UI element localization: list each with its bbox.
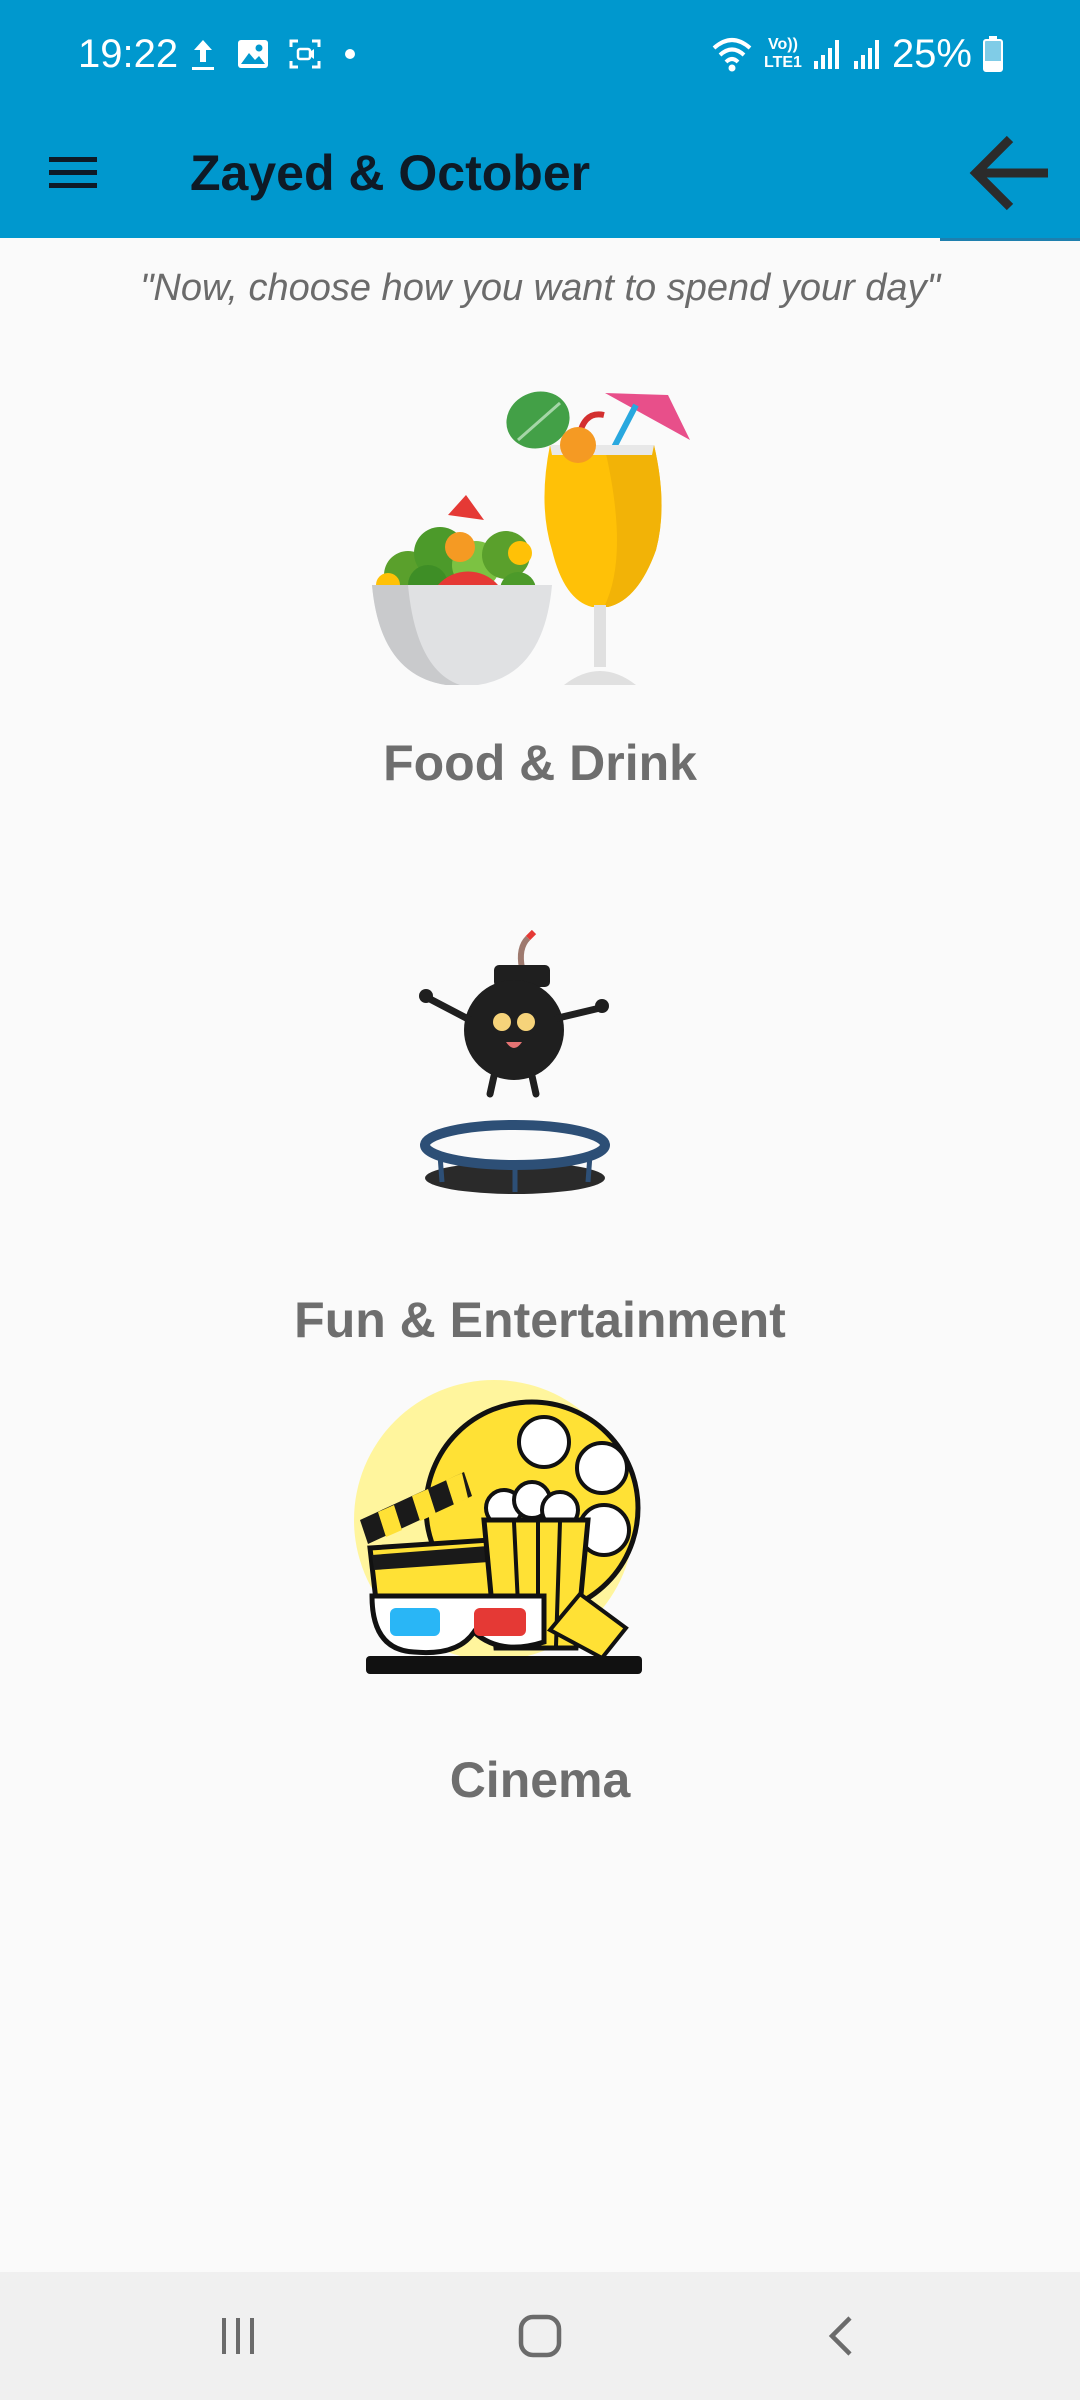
lte-label: LTE1 (764, 54, 802, 71)
volte-icon: Vo)) LTE1 (764, 36, 802, 72)
upload-icon (192, 40, 214, 70)
fun-entertainment-icon (419, 930, 610, 1194)
status-icons-left (188, 34, 360, 74)
signal-icon (853, 40, 879, 69)
back-button[interactable] (940, 108, 1080, 241)
screen: 19:22 Vo)) LTE1 25% Zayed & October "Now… (0, 0, 1080, 2400)
back-icon (828, 2316, 852, 2356)
navigation-bar (0, 2272, 1080, 2400)
home-button[interactable] (460, 2272, 620, 2400)
option-fun-entertainment[interactable]: Fun & Entertainment (0, 930, 1080, 1360)
dot-icon (345, 49, 355, 59)
option-food-drink[interactable]: Food & Drink (0, 370, 1080, 810)
status-bar: 19:22 Vo)) LTE1 25% (0, 0, 1080, 108)
status-icons-right: Vo)) LTE1 25% (710, 28, 1004, 80)
screenshot-icon (289, 39, 321, 69)
app-bar: Zayed & October (0, 108, 1080, 241)
option-cinema[interactable]: Cinema (0, 1375, 1080, 1815)
food-drink-icon (372, 391, 690, 685)
signal-icon (813, 40, 839, 69)
recent-apps-icon (222, 2318, 254, 2354)
battery-percent: 25% (891, 32, 972, 76)
prompt-text: "Now, choose how you want to spend your … (139, 267, 941, 309)
hamburger-menu-icon (49, 157, 97, 188)
arrow-back-icon (969, 135, 1048, 211)
option-label-cinema: Cinema (449, 1752, 631, 1808)
volte-label: Vo)) (768, 36, 798, 53)
home-icon (518, 2314, 562, 2358)
wifi-icon (712, 38, 752, 72)
status-time: 19:22 (78, 32, 179, 76)
menu-button[interactable] (30, 133, 116, 213)
battery-icon (983, 36, 1003, 72)
option-label-fun-entertainment: Fun & Entertainment (294, 1292, 786, 1348)
option-label-food-drink: Food & Drink (383, 735, 697, 791)
recent-apps-button[interactable] (158, 2272, 318, 2400)
cinema-icon (354, 1380, 642, 1674)
gallery-icon (238, 40, 268, 68)
nav-back-button[interactable] (762, 2272, 922, 2400)
app-title: Zayed & October (190, 145, 591, 201)
